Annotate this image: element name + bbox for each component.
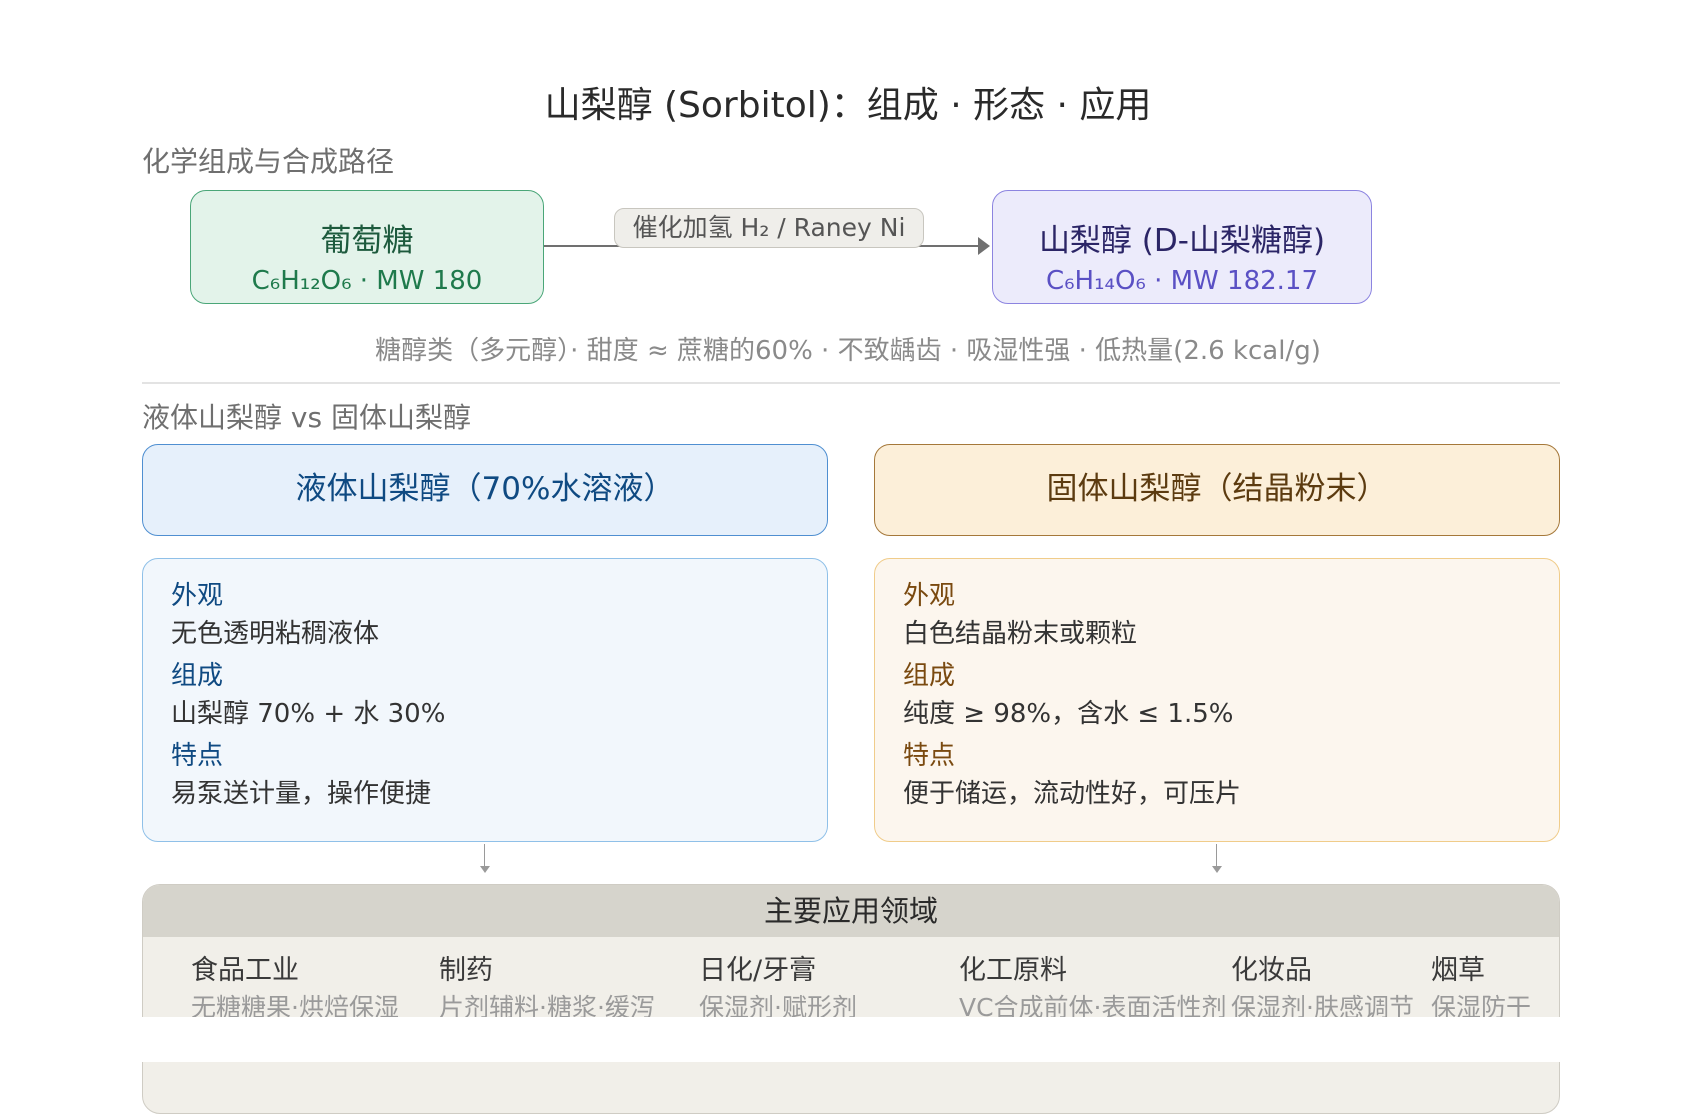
sorbitol-name: 山梨醇 (D-山梨糖醇) (1038, 223, 1326, 259)
sorbitol-formula: C₆H₁₄O₆ · MW 182.17 (1045, 266, 1319, 296)
solid-features-value: 便于储运，流动性好，可压片 (903, 779, 1242, 809)
applications-panel: 主要应用领域 食品工业 无糖糖果·烘焙保湿 制药 片剂辅料·糖浆·缓泻 日化/牙… (142, 884, 1560, 1114)
glucose-name: 葡萄糖 (320, 223, 414, 259)
viewport-clip (0, 1017, 1696, 1062)
solid-sorbitol-details: 外观 白色结晶粉末或颗粒 组成 纯度 ≥ 98%，含水 ≤ 1.5% 特点 便于… (874, 558, 1560, 842)
application-item: 烟草 保湿防干 (1431, 953, 1531, 1025)
solid-appearance-key: 外观 (903, 581, 956, 611)
arrow-down-icon (480, 866, 490, 873)
solid-appearance-value: 白色结晶粉末或颗粒 (903, 619, 1138, 649)
application-item: 化妆品 保湿剂·肤感调节 (1231, 953, 1414, 1025)
liquid-down-connector (484, 844, 485, 868)
application-item: 化工原料 VC合成前体·表面活性剂 (959, 953, 1227, 1025)
liquid-appearance-value: 无色透明粘稠液体 (171, 619, 380, 649)
application-name: 制药 (439, 955, 493, 986)
glucose-node: 葡萄糖 C₆H₁₂O₆ · MW 180 (190, 190, 544, 304)
liquid-features-key: 特点 (171, 741, 224, 771)
application-name: 食品工业 (191, 955, 299, 986)
arrow-down-icon (1212, 866, 1222, 873)
glucose-formula: C₆H₁₂O₆ · MW 180 (251, 266, 483, 296)
solid-features-key: 特点 (903, 741, 956, 771)
applications-header: 主要应用领域 (143, 885, 1559, 937)
liquid-sorbitol-header: 液体山梨醇（70%水溶液） (142, 444, 828, 536)
application-item: 食品工业 无糖糖果·烘焙保湿 (191, 953, 399, 1025)
application-name: 日化/牙膏 (699, 955, 817, 986)
liquid-appearance-key: 外观 (171, 581, 224, 611)
page-title: 山梨醇 (Sorbitol)：组成 · 形态 · 应用 (544, 85, 1152, 126)
section-divider (142, 382, 1560, 384)
solid-sorbitol-header: 固体山梨醇（结晶粉末） (874, 444, 1560, 536)
application-item: 制药 片剂辅料·糖浆·缓泻 (439, 953, 655, 1025)
catalyst-label: 催化加氢 H₂ / Raney Ni (614, 208, 924, 248)
application-name: 烟草 (1431, 955, 1485, 986)
application-item: 日化/牙膏 保湿剂·赋形剂 (699, 953, 857, 1025)
liquid-sorbitol-details: 外观 无色透明粘稠液体 组成 山梨醇 70% + 水 30% 特点 易泵送计量，… (142, 558, 828, 842)
sorbitol-node: 山梨醇 (D-山梨糖醇) C₆H₁₄O₆ · MW 182.17 (992, 190, 1372, 304)
solid-composition-key: 组成 (903, 661, 956, 691)
liquid-features-value: 易泵送计量，操作便捷 (171, 779, 432, 809)
arrow-right-icon (978, 237, 990, 255)
properties-summary: 糖醇类（多元醇）· 甜度 ≈ 蔗糖的60% · 不致龋齿 · 吸湿性强 · 低热… (375, 336, 1321, 366)
solid-down-connector (1216, 844, 1217, 868)
liquid-composition-key: 组成 (171, 661, 224, 691)
application-name: 化工原料 (959, 955, 1067, 986)
section-label-forms: 液体山梨醇 vs 固体山梨醇 (142, 401, 471, 434)
solid-composition-value: 纯度 ≥ 98%，含水 ≤ 1.5% (903, 699, 1234, 729)
application-name: 化妆品 (1231, 955, 1312, 986)
liquid-composition-value: 山梨醇 70% + 水 30% (171, 699, 446, 729)
section-label-composition: 化学组成与合成路径 (142, 145, 395, 178)
